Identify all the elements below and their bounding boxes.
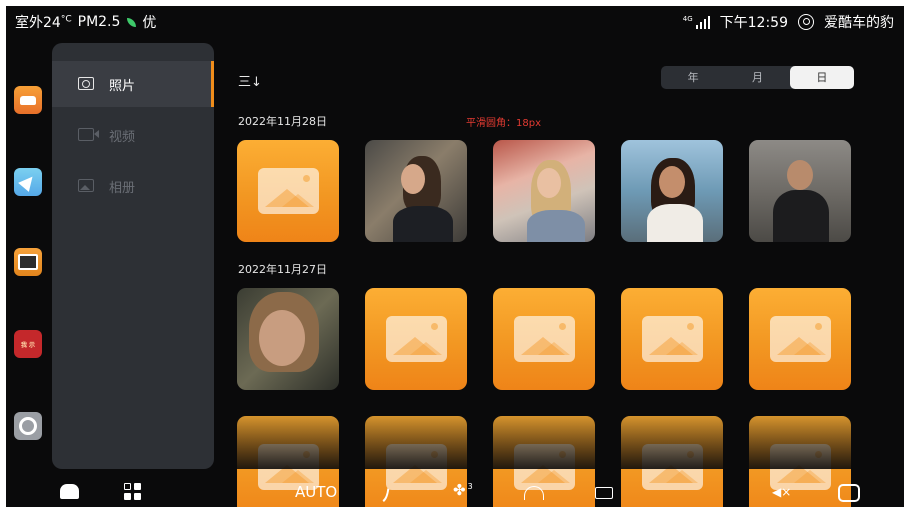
album-icon	[78, 179, 94, 192]
sidebar-item-videos[interactable]: 视频	[52, 112, 214, 158]
ac-auto-button[interactable]: AUTO	[295, 483, 337, 501]
date-header: 2022年11月27日	[238, 263, 327, 276]
scroll-fade	[220, 405, 904, 469]
sidebar-item-photos[interactable]: 照片	[52, 61, 214, 107]
sidebar-item-label: 视频	[109, 130, 136, 145]
photo-thumbnail[interactable]	[493, 140, 595, 242]
photo-thumbnail[interactable]	[621, 140, 723, 242]
photo-app-icon[interactable]	[14, 248, 42, 276]
signal-icon: 4G	[683, 15, 710, 29]
rear-defrost-icon[interactable]	[595, 487, 613, 499]
tab-day[interactable]: 日	[789, 66, 854, 89]
clock: 下午12:59	[719, 15, 788, 31]
photo-placeholder[interactable]	[749, 288, 851, 390]
outdoor-temperature: 室外24°C	[15, 14, 72, 31]
video-icon	[78, 128, 99, 141]
home-icon[interactable]	[60, 484, 79, 499]
camera-icon	[78, 77, 94, 90]
photo-placeholder[interactable]	[621, 288, 723, 390]
active-indicator	[211, 61, 214, 107]
pm25-label: PM2.5	[77, 14, 121, 30]
sort-icon[interactable]: 三↓	[238, 71, 262, 90]
air-quality-value: 优	[142, 15, 157, 31]
sidebar-item-label: 照片	[109, 79, 136, 94]
photo-thumbnail[interactable]	[237, 288, 339, 390]
tab-month[interactable]: 月	[725, 66, 789, 89]
sidebar: 照片 视频 相册	[52, 43, 214, 469]
car-app-icon[interactable]	[14, 86, 42, 114]
fan-icon[interactable]: ✤ 3	[453, 481, 473, 499]
front-defrost-icon[interactable]	[524, 486, 544, 500]
sidebar-item-albums[interactable]: 相册	[52, 163, 214, 209]
photo-grid-area: 三↓ 年 月 日 2022年11月28日 平滑圆角：18px 2022年11月2…	[220, 43, 904, 507]
leaf-icon	[127, 17, 137, 27]
photo-placeholder[interactable]	[493, 288, 595, 390]
view-mode-tabs: 年 月 日	[661, 66, 854, 89]
navigation-app-icon[interactable]	[14, 168, 42, 196]
photo-placeholder[interactable]	[237, 140, 339, 242]
fan-level: 3	[467, 482, 473, 491]
status-bar: 室外24°C PM2.5 优 4G 下午12:59 爱酷车的豹	[6, 6, 904, 36]
corner-radius-annotation: 平滑圆角：18px	[466, 118, 541, 129]
user-name[interactable]: 爱酷车的豹	[824, 12, 894, 32]
red-app-text: 我 示	[20, 341, 36, 349]
tab-year[interactable]: 年	[661, 66, 725, 89]
seat-airflow-icon[interactable]: ﾉ	[382, 481, 391, 506]
user-icon[interactable]	[798, 14, 814, 30]
settings-app-icon[interactable]	[14, 412, 42, 440]
date-header: 2022年11月28日	[238, 115, 327, 128]
red-app-icon[interactable]: 我 示	[14, 330, 42, 358]
network-type: 4G	[682, 15, 693, 23]
apps-grid-icon[interactable]	[124, 483, 141, 500]
photo-thumbnail[interactable]	[365, 140, 467, 242]
volume-mute-icon[interactable]: ◀×	[772, 485, 791, 499]
sidebar-item-label: 相册	[109, 181, 136, 196]
camera-icon[interactable]	[838, 484, 860, 502]
photo-thumbnail[interactable]	[749, 140, 851, 242]
bottom-control-bar: AUTO ﾉ ✤ 3 ◀×	[6, 478, 904, 507]
photo-placeholder[interactable]	[365, 288, 467, 390]
screen: 室外24°C PM2.5 优 4G 下午12:59 爱酷车的豹 我 示 照片 视…	[6, 6, 904, 507]
